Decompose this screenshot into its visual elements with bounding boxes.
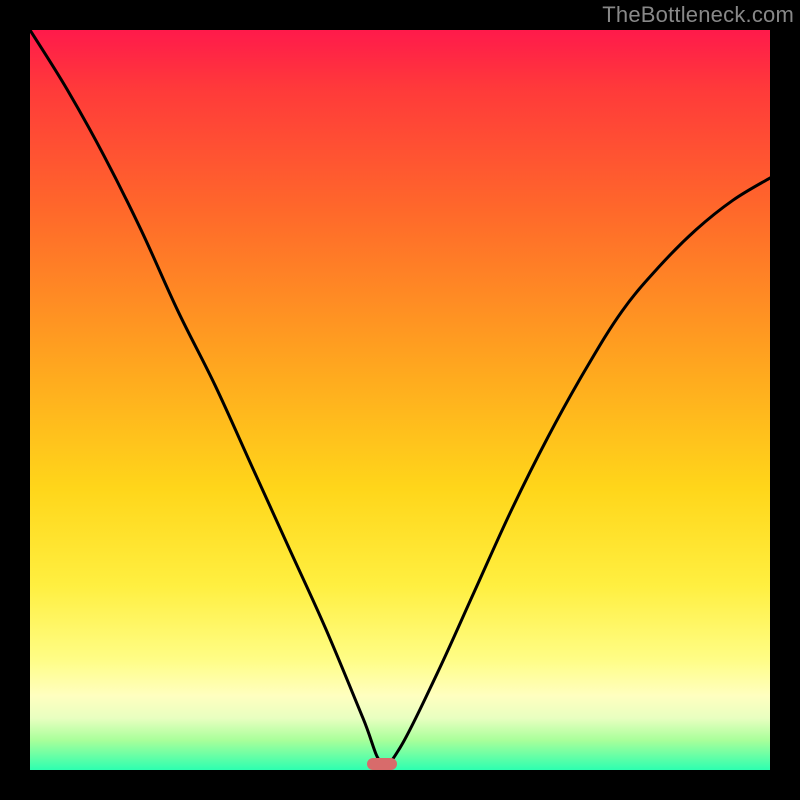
minimum-marker (367, 758, 397, 770)
watermark-text: TheBottleneck.com (602, 2, 794, 28)
curve-path (30, 30, 770, 765)
page-root: TheBottleneck.com (0, 0, 800, 800)
bottleneck-curve (30, 30, 770, 770)
chart-plot-area (30, 30, 770, 770)
